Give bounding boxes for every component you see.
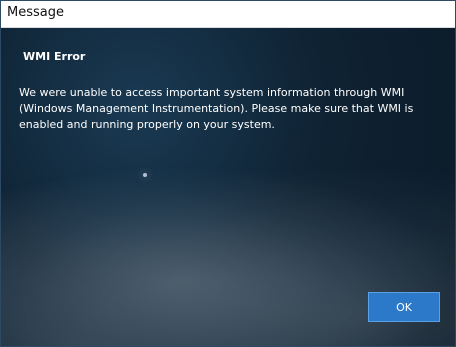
window-title: Message [7, 5, 64, 20]
ok-button[interactable]: OK [368, 292, 440, 322]
message-window: Message WMI Error We were unable to acce… [0, 0, 456, 347]
error-message: We were unable to access important syste… [19, 86, 414, 131]
titlebar[interactable]: Message [1, 1, 455, 28]
dialog-content: WMI Error We were unable to access impor… [1, 28, 455, 346]
error-heading: WMI Error [23, 50, 86, 63]
